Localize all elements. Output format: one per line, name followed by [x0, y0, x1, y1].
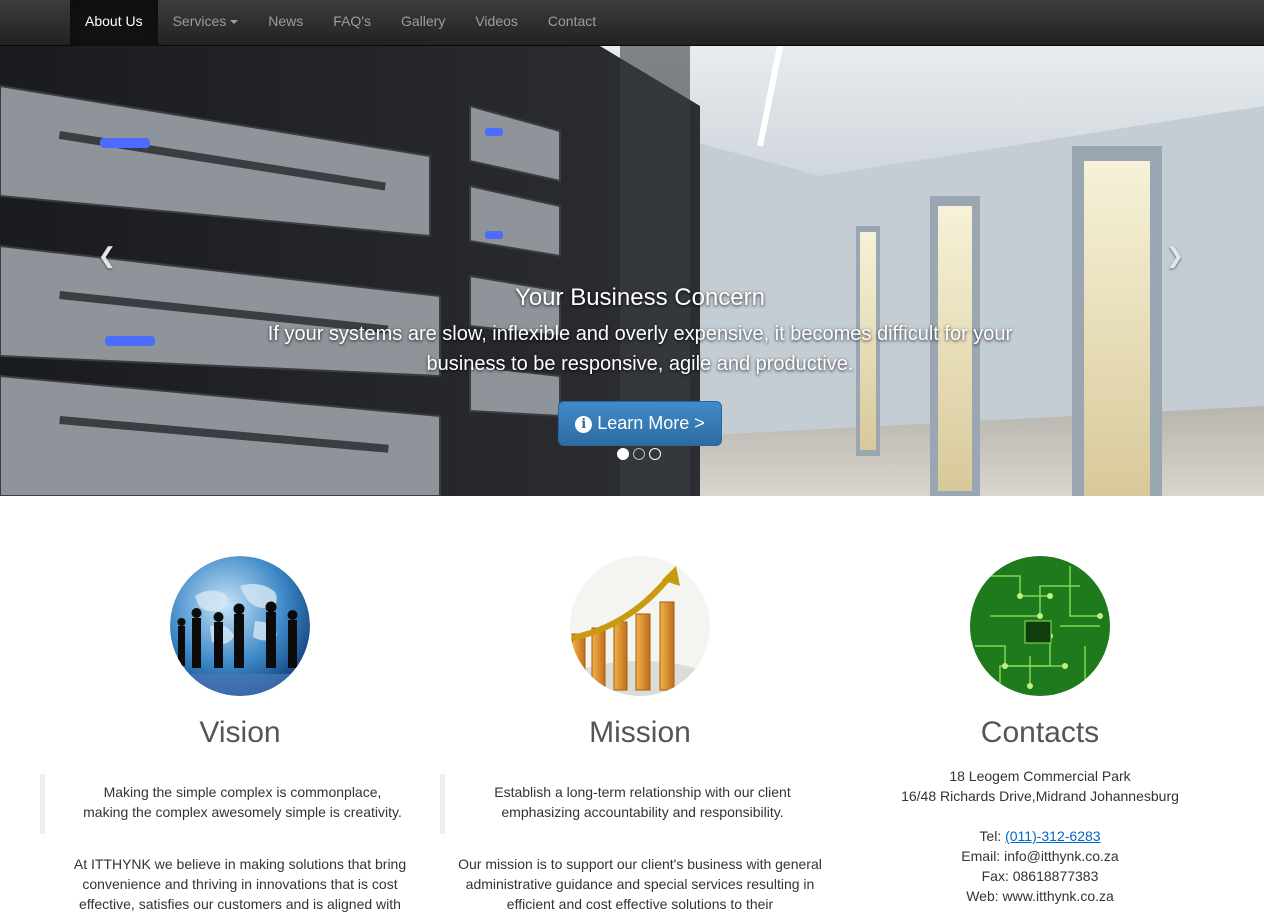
- web-line: Web: www.itthynk.co.za: [966, 888, 1114, 904]
- carousel-prev-button[interactable]: ❮: [92, 241, 122, 271]
- nav-link-videos[interactable]: Videos: [460, 0, 533, 46]
- mission-quote-line1: Establish a long-term relationship with …: [494, 784, 791, 800]
- contact-details: 18 Leogem Commercial Park 16/48 Richards…: [840, 766, 1240, 906]
- carousel-caption: Your Business Concern If your systems ar…: [200, 281, 1080, 379]
- caret-down-icon: [230, 20, 239, 25]
- contacts-image: [970, 556, 1110, 696]
- mission-section: Mission Establish a long-term relationsh…: [440, 556, 840, 914]
- learn-more-label: Learn More >: [597, 413, 705, 433]
- hero-carousel: ❮ ❯ Your Business Concern If your system…: [0, 46, 1264, 496]
- mission-quote-line2: emphasizing accountability and responsib…: [501, 804, 784, 820]
- mission-body: Our mission is to support our client's b…: [458, 856, 822, 912]
- address-line1: 18 Leogem Commercial Park: [949, 768, 1131, 784]
- nav-link-news[interactable]: News: [253, 0, 318, 46]
- carousel-indicator-2[interactable]: [633, 448, 645, 460]
- chevron-left-icon: ❮: [97, 243, 117, 268]
- main-nav: About Us Services News FAQ's Gallery Vid…: [70, 0, 611, 46]
- nav-link-gallery[interactable]: Gallery: [386, 0, 460, 46]
- nav-link-faqs[interactable]: FAQ's: [318, 0, 386, 46]
- tel-label: Tel:: [979, 828, 1002, 844]
- nav-item-faqs[interactable]: FAQ's: [318, 0, 386, 46]
- mission-heading: Mission: [589, 716, 691, 749]
- mission-quote: Establish a long-term relationship with …: [440, 774, 840, 834]
- nav-item-contact[interactable]: Contact: [533, 0, 611, 46]
- nav-item-gallery[interactable]: Gallery: [386, 0, 460, 46]
- vision-body: At ITTHYNK we believe in making solution…: [73, 856, 407, 912]
- info-circle-icon: i: [575, 416, 593, 433]
- vision-quote: Making the simple complex is commonplace…: [40, 774, 440, 834]
- nav-item-news[interactable]: News: [253, 0, 318, 46]
- nav-item-about-us[interactable]: About Us: [70, 0, 158, 46]
- chevron-right-icon: ❯: [1165, 243, 1185, 268]
- vision-image: [170, 556, 310, 696]
- navbar: About Us Services News FAQ's Gallery Vid…: [0, 0, 1264, 46]
- nav-link-contact[interactable]: Contact: [533, 0, 611, 46]
- telephone-line: Tel: (011)-312-6283: [840, 826, 1240, 846]
- carousel-title: Your Business Concern: [515, 284, 765, 311]
- nav-item-videos[interactable]: Videos: [460, 0, 533, 46]
- nav-item-services[interactable]: Services: [158, 0, 254, 46]
- nav-label-services: Services: [172, 13, 227, 29]
- vision-section: Vision Making the simple complex is comm…: [40, 556, 440, 914]
- address-line2: 16/48 Richards Drive,Midrand Johannesbur…: [901, 788, 1179, 804]
- carousel-indicator-1[interactable]: [617, 448, 629, 460]
- vision-heading: Vision: [199, 716, 281, 749]
- mission-image: [570, 556, 710, 696]
- fax-line: Fax: 08618877383: [981, 868, 1099, 884]
- carousel-text: If your systems are slow, inflexible and…: [267, 323, 1013, 375]
- nav-link-about-us[interactable]: About Us: [70, 0, 158, 46]
- telephone-link[interactable]: (011)-312-6283: [1005, 828, 1100, 844]
- contacts-heading: Contacts: [980, 716, 1100, 749]
- carousel-indicator-3[interactable]: [649, 448, 661, 460]
- carousel-next-button[interactable]: ❯: [1160, 241, 1190, 271]
- carousel-indicators: [617, 448, 661, 460]
- vision-quote-line2: making the complex awesomely simple is c…: [83, 804, 402, 820]
- email-line: Email: info@itthynk.co.za: [961, 848, 1119, 864]
- contacts-section: Contacts 18 Leogem Commercial Park 16/48…: [840, 556, 1240, 906]
- nav-link-services[interactable]: Services: [158, 0, 254, 46]
- learn-more-button[interactable]: i Learn More >: [558, 401, 722, 446]
- vision-quote-line1: Making the simple complex is commonplace…: [103, 784, 382, 800]
